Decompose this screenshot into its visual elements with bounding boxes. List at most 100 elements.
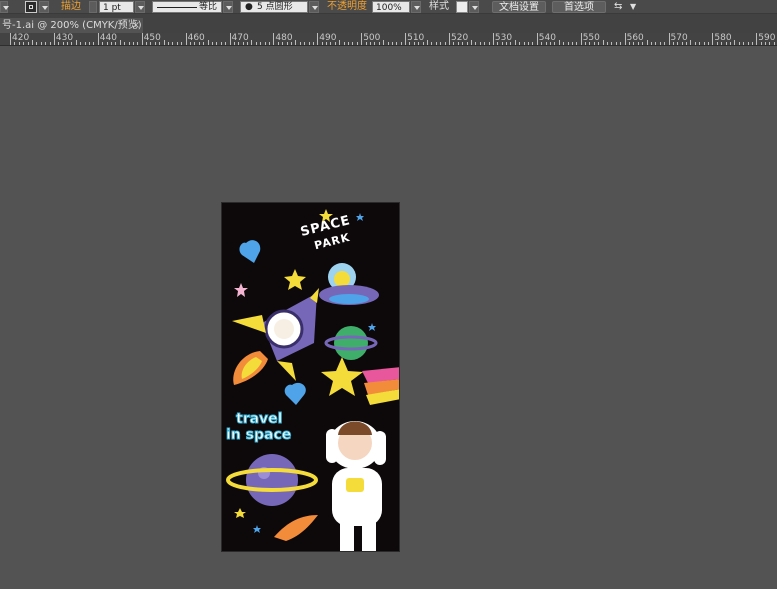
- ruler-tick: [233, 42, 235, 45]
- ruler-tick: [36, 42, 38, 45]
- ruler-tick: [251, 40, 253, 45]
- ruler-tick: [598, 42, 600, 45]
- ruler-tick: [238, 42, 240, 45]
- ruler-tick: [558, 40, 560, 45]
- ruler-tick: [615, 42, 617, 45]
- stroke-color-dropdown[interactable]: [39, 1, 49, 13]
- ruler-tick: [765, 42, 767, 45]
- ruler-tick: [348, 42, 350, 45]
- ruler-tick: [312, 42, 314, 45]
- stroke-swatch[interactable]: [25, 1, 37, 13]
- ruler-tick: [729, 42, 731, 45]
- ruler-tick: [282, 42, 284, 45]
- tab-bar: 号-1.ai @ 200% (CMYK/预览) ×: [0, 14, 777, 33]
- ruler-tick: [378, 42, 380, 45]
- ruler-tick: [286, 42, 288, 45]
- document-setup-button[interactable]: 文档设置: [492, 1, 546, 13]
- ruler-tick: [589, 42, 591, 45]
- ruler-tick: [440, 42, 442, 45]
- opacity-dropdown[interactable]: [411, 1, 421, 13]
- comet: [274, 515, 318, 541]
- artboard[interactable]: SPACE PARK travel in space: [221, 202, 400, 552]
- ruler-tick: [269, 42, 270, 45]
- ruler-tick: [773, 42, 775, 45]
- ruler-tick: [734, 40, 736, 45]
- stroke-weight-dropdown[interactable]: [135, 1, 145, 13]
- ruler-tick: [40, 42, 42, 45]
- ruler-tick: [247, 42, 249, 45]
- stroke-profile-dropdown[interactable]: [223, 1, 233, 13]
- ruler-tick: [743, 42, 745, 45]
- ruler-tick: [203, 42, 205, 45]
- ruler-tick: [396, 42, 398, 45]
- opacity-field[interactable]: 100%: [372, 1, 410, 13]
- ruler-tick: [84, 42, 86, 45]
- ruler-tick: [45, 42, 47, 45]
- brush-dropdown[interactable]: [309, 1, 319, 13]
- ruler-tick: [163, 40, 165, 45]
- horizontal-ruler[interactable]: 420 430 440 450 460 470 480 490 500 510 520 530 540 5…: [0, 33, 777, 46]
- ruler-tick: [290, 42, 292, 45]
- ruler-tick: [633, 42, 635, 45]
- ruler-tick: [124, 42, 126, 45]
- menu-chevron-icon[interactable]: ▼: [630, 1, 636, 13]
- ruler-tick: [690, 40, 692, 45]
- ruler-tick: [549, 42, 551, 45]
- ruler-tick: [405, 33, 407, 45]
- style-dropdown[interactable]: [469, 1, 479, 13]
- stroke-swatch-inner: [29, 5, 33, 9]
- close-tab-icon[interactable]: ×: [132, 18, 140, 33]
- ruler-tick: [62, 42, 64, 45]
- preferences-button[interactable]: 首选项: [552, 1, 606, 13]
- ruler-tick: [620, 42, 622, 45]
- ruler-tick: [677, 42, 679, 45]
- ruler-tick: [168, 42, 170, 45]
- ruler-tick: [712, 33, 714, 45]
- ruler-tick: [330, 42, 332, 45]
- ruler-tick: [58, 42, 60, 45]
- ruler-tick: [668, 33, 670, 45]
- ruler-tick: [391, 42, 393, 45]
- ruler-tick: [567, 42, 569, 45]
- ruler-tick: [703, 42, 705, 45]
- ruler-tick: [321, 42, 323, 45]
- ruler-tick: [260, 42, 262, 45]
- ruler-tick: [563, 42, 565, 45]
- brush-select[interactable]: ● 5 点圆形: [240, 1, 308, 13]
- style-swatch[interactable]: [456, 1, 468, 13]
- ruler-tick: [369, 42, 371, 45]
- control-bar: 描边 1 pt 等比 ● 5 点圆形 不透明度 100% 样式 文档设置 首选项…: [0, 0, 777, 14]
- star-medium: [284, 269, 306, 290]
- stroke-profile-select[interactable]: 等比: [152, 1, 222, 13]
- stroke-label[interactable]: 描边: [61, 1, 81, 13]
- arrange-icon[interactable]: ⇆: [614, 1, 622, 13]
- ruler-tick: [93, 42, 95, 45]
- ruler-tick: [580, 33, 582, 45]
- ruler-tick: [308, 42, 310, 45]
- ruler-tick: [650, 42, 652, 45]
- ruler-tick: [137, 42, 139, 45]
- style-label: 样式: [429, 1, 449, 12]
- ruler-tick: [150, 42, 152, 45]
- ruler-tick: [27, 42, 29, 45]
- ruler-tick: [185, 33, 187, 45]
- document-tab[interactable]: 号-1.ai @ 200% (CMYK/预览) ×: [0, 18, 143, 33]
- rocket: [232, 288, 319, 385]
- stroke-weight-field[interactable]: 1 pt: [99, 1, 134, 13]
- ruler-tick: [721, 42, 723, 45]
- opacity-label[interactable]: 不透明度: [327, 1, 367, 13]
- ruler-tick: [146, 42, 148, 45]
- fill-dropdown[interactable]: [0, 1, 9, 13]
- brush-label: 5 点圆形: [257, 2, 293, 12]
- ruler-tick: [273, 33, 275, 45]
- heart-blue: [239, 240, 261, 263]
- green-planet: [324, 326, 378, 360]
- ruler-tick: [593, 42, 595, 45]
- ruler-tick: [519, 42, 521, 45]
- stroke-weight-stepper[interactable]: [89, 1, 97, 13]
- ruler-tick: [659, 42, 661, 45]
- ruler-tick: [361, 33, 363, 45]
- ruler-tick: [343, 42, 345, 45]
- ruler-tick: [356, 42, 358, 45]
- ruler-tick: [75, 40, 77, 45]
